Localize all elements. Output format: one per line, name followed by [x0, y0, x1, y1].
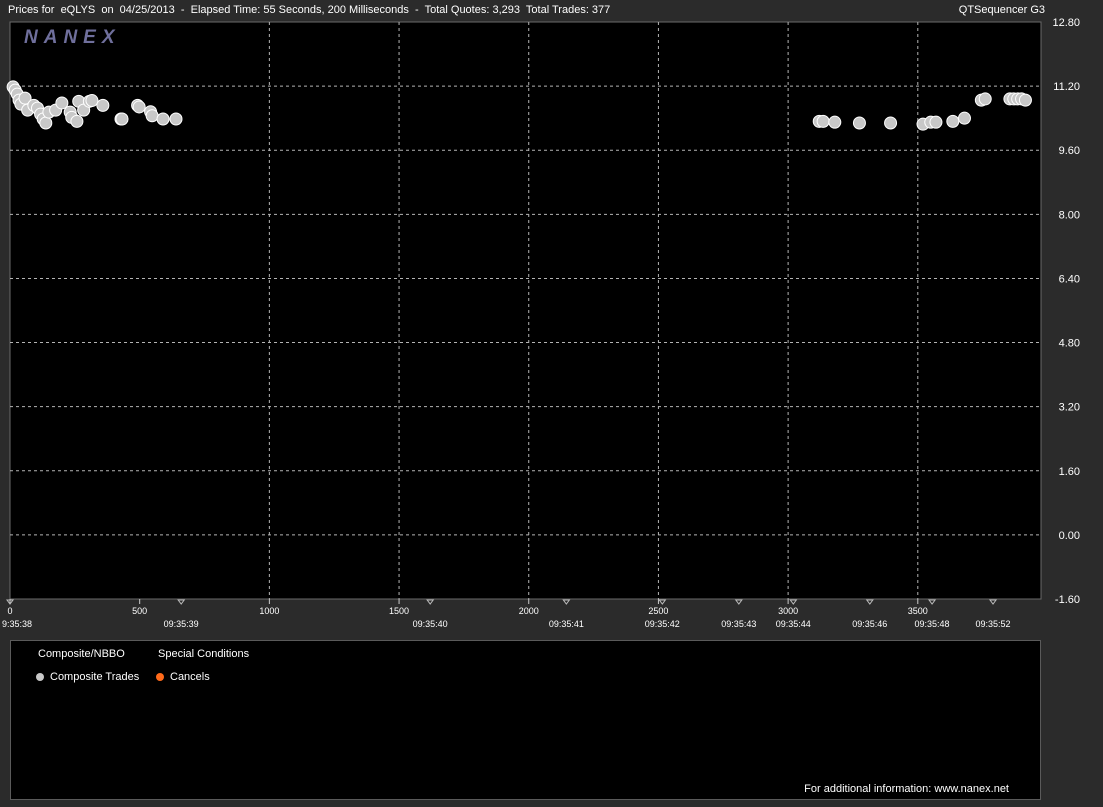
- y-tick-label: 4.80: [1059, 338, 1080, 350]
- legend-group-composite: Composite/NBBO: [38, 648, 125, 660]
- trade-point: [70, 114, 84, 128]
- composite-trades-dot-icon: [36, 673, 44, 681]
- time-label: 09:35:48: [915, 619, 950, 629]
- price-chart: NANEX 12.8011.209.608.006.404.803.201.60…: [2, 17, 1080, 629]
- y-tick-label: 1.60: [1059, 466, 1080, 478]
- x-axis-labels: 0 500 1000 1500 2000 2500 3000 3500 9:35:38 09:35…: [2, 599, 1011, 629]
- trade-point: [884, 116, 898, 130]
- y-tick-label: 9.60: [1059, 145, 1080, 157]
- cancels-dot-icon: [156, 673, 164, 681]
- legend-item-composite-trades: Composite Trades: [36, 671, 139, 683]
- trade-point: [156, 112, 170, 126]
- trade-point: [929, 115, 943, 129]
- time-label: 09:35:42: [645, 619, 680, 629]
- time-marker-icon: [426, 599, 435, 605]
- y-tick-label: 0.00: [1059, 530, 1080, 542]
- trade-point: [816, 114, 830, 128]
- x-tick-label: 3000: [778, 606, 798, 616]
- time-marker-icon: [177, 599, 186, 605]
- x-tick-label: 3500: [908, 606, 928, 616]
- time-marker-icon: [658, 599, 667, 605]
- x-tick-label: 2000: [519, 606, 539, 616]
- trade-point: [1018, 93, 1032, 107]
- x-tick-label: 1500: [389, 606, 409, 616]
- time-label: 09:35:41: [549, 619, 584, 629]
- time-label: 09:35:39: [164, 619, 199, 629]
- trade-point: [169, 112, 183, 126]
- y-tick-label: 11.20: [1053, 81, 1080, 93]
- y-axis-labels: 12.8011.209.608.006.404.803.201.600.00-1…: [1052, 17, 1080, 606]
- time-label: 09:35:40: [413, 619, 448, 629]
- legend-label-cancels: Cancels: [170, 671, 210, 683]
- time-label: 09:35:43: [721, 619, 756, 629]
- time-marker-icon: [562, 599, 571, 605]
- y-tick-label: 8.00: [1059, 209, 1080, 221]
- x-tick-label: 0: [7, 606, 12, 616]
- y-tick-label: -1.60: [1055, 594, 1080, 606]
- legend-item-cancels: Cancels: [156, 671, 210, 683]
- trade-point: [852, 116, 866, 130]
- trade-point: [978, 92, 992, 106]
- x-tick-label: 500: [132, 606, 147, 616]
- legend-panel: Composite/NBBO Special Conditions Compos…: [10, 640, 1041, 800]
- plot-area: [9, 21, 1042, 600]
- trade-point: [85, 94, 99, 108]
- legend-label-composite-trades: Composite Trades: [50, 671, 140, 683]
- time-marker-icon: [734, 599, 743, 605]
- time-label: 09:35:44: [776, 619, 811, 629]
- trade-point: [39, 116, 53, 130]
- x-tick-label: 1000: [259, 606, 279, 616]
- trade-point: [145, 109, 159, 123]
- x-tick-label: 2500: [648, 606, 668, 616]
- nanex-watermark: NANEX: [24, 27, 121, 48]
- time-label: 09:35:46: [852, 619, 887, 629]
- time-marker-icon: [865, 599, 874, 605]
- y-tick-label: 3.20: [1059, 402, 1080, 414]
- time-label: 9:35:38: [2, 619, 32, 629]
- time-marker-icon: [789, 599, 798, 605]
- time-marker-icon: [989, 599, 998, 605]
- title-bar: Prices for eQLYS on 04/25/2013 - Elapsed…: [0, 0, 1103, 20]
- trade-point: [946, 114, 960, 128]
- trade-point: [132, 100, 146, 114]
- app-name: QTSequencer G3: [958, 4, 1045, 16]
- chart-title: Prices for eQLYS on 04/25/2013 - Elapsed…: [8, 4, 611, 16]
- time-marker-icon: [928, 599, 937, 605]
- trade-point: [828, 115, 842, 129]
- trade-point: [115, 112, 129, 126]
- trade-point: [96, 98, 110, 112]
- trade-point: [957, 111, 971, 125]
- footer-info: For additional information: www.nanex.ne…: [804, 783, 1009, 795]
- time-label: 09:35:52: [975, 619, 1010, 629]
- y-tick-label: 6.40: [1059, 273, 1080, 285]
- legend-group-special: Special Conditions: [158, 648, 250, 660]
